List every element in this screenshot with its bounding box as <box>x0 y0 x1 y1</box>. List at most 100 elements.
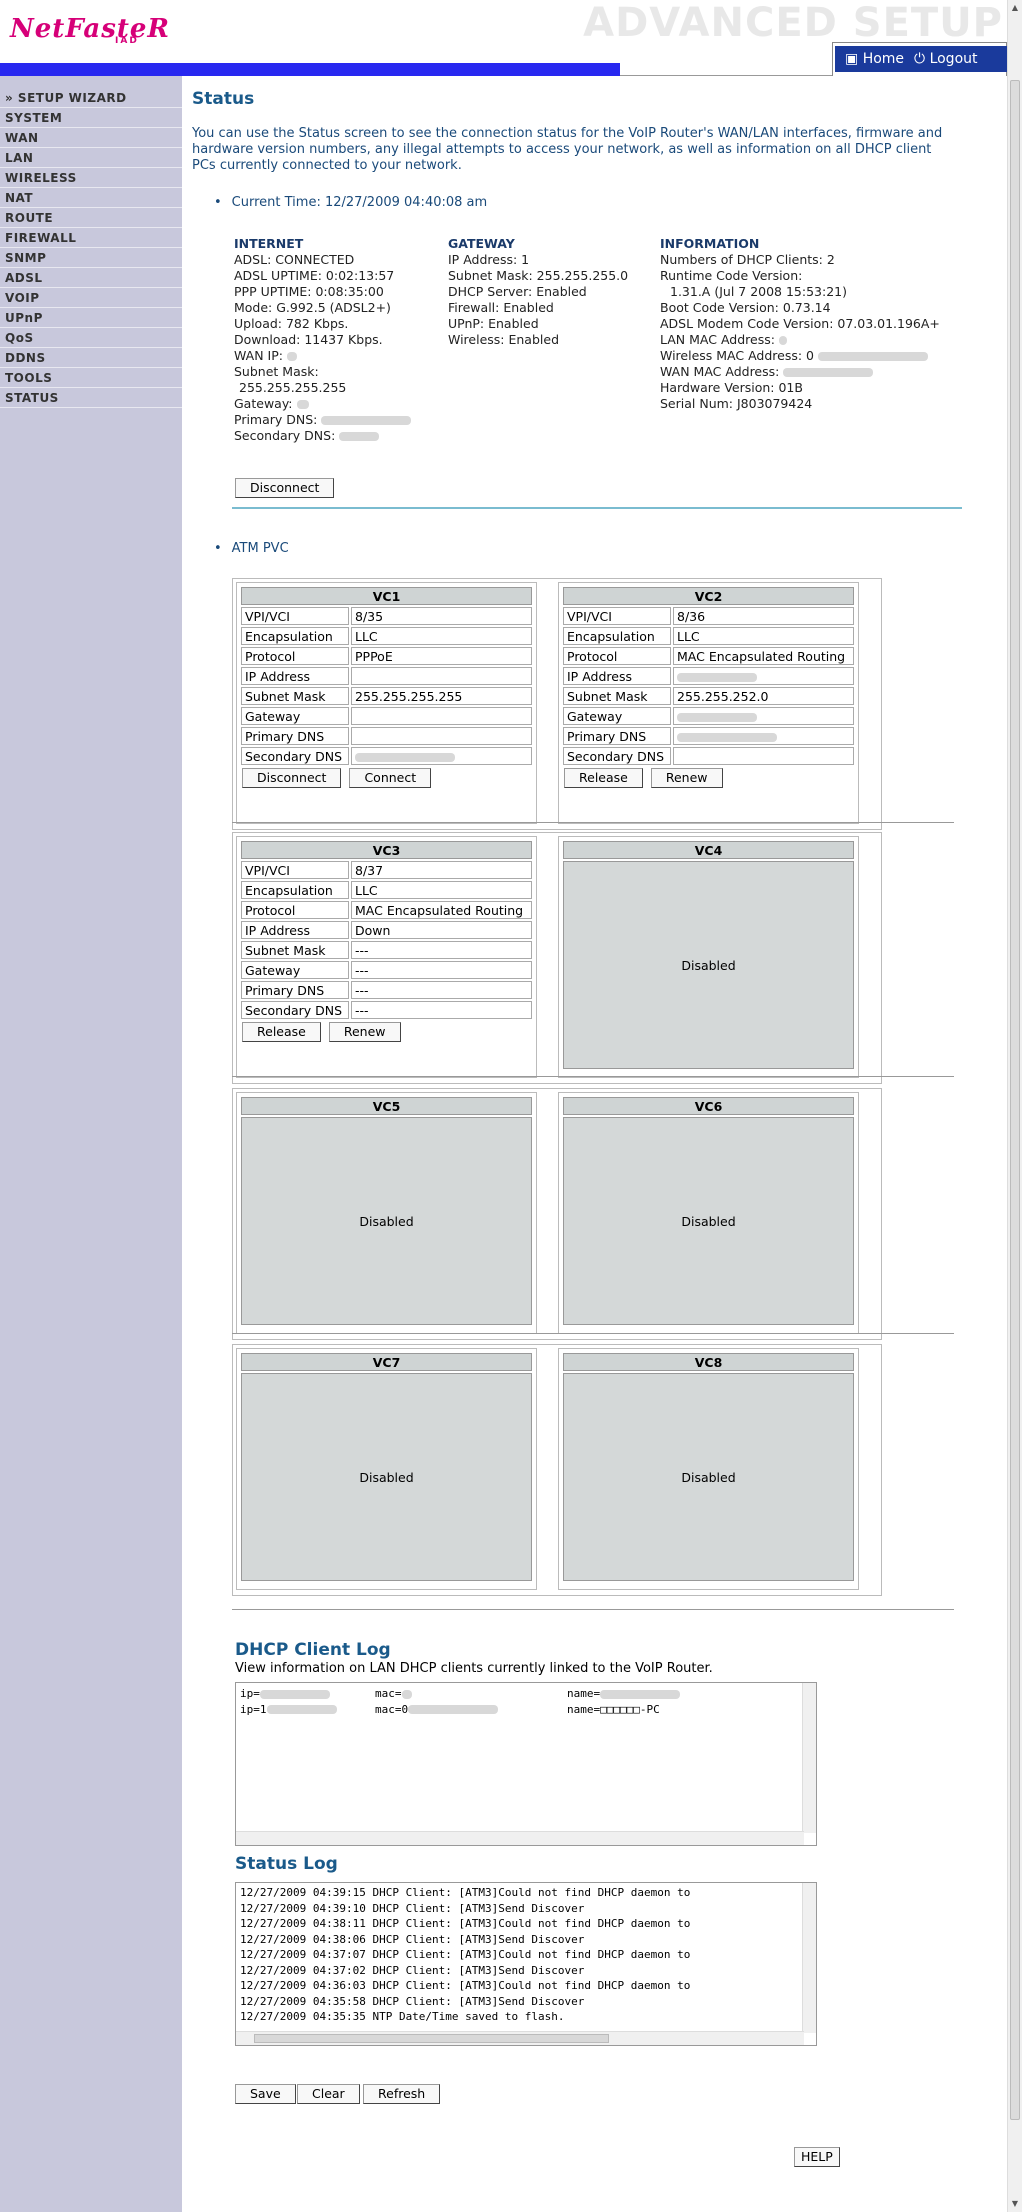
divider <box>232 507 962 509</box>
field-label: Protocol <box>241 901 349 919</box>
info-line: Runtime Code Version: <box>660 268 803 283</box>
internet-line: Download: 11437 Kbps. <box>234 332 383 347</box>
vc3-release-button[interactable]: Release <box>242 1022 321 1042</box>
gateway-line: Wireless: Enabled <box>448 332 559 347</box>
vc1-table: VC1 VPI/VCI 8/35 Encapsulation LLC Protoco… <box>239 585 534 767</box>
info-line: Wireless MAC Address: 0 <box>660 348 1000 364</box>
vc2-renew-button[interactable]: Renew <box>650 768 723 788</box>
redacted-value <box>783 368 874 377</box>
status-log-box[interactable]: 12/27/2009 04:39:15 DHCP Client: [ATM3]C… <box>235 1882 817 2046</box>
sidebar-item-lan[interactable]: LAN <box>0 148 182 168</box>
sidebar-item-nat[interactable]: NAT <box>0 188 182 208</box>
field-label: IP Address <box>241 667 349 685</box>
gateway-label: Gateway: <box>234 396 293 411</box>
vc1-title: VC1 <box>241 587 532 605</box>
scroll-down-icon[interactable]: ▼ <box>1008 2196 1022 2212</box>
vc6-panel: VC6 Disabled <box>558 1092 859 1334</box>
sidebar-item-adsl[interactable]: ADSL <box>0 268 182 288</box>
scroll-up-icon[interactable]: ▲ <box>1008 0 1022 16</box>
status-log-vscroll[interactable] <box>802 1883 816 2033</box>
top-nav: ▣ Home ⏻ Logout <box>835 46 1007 72</box>
internet-line: Upload: 782 Kbps. <box>234 316 349 331</box>
vc3-subnet: --- <box>351 941 532 959</box>
sidebar-item-wan[interactable]: WAN <box>0 128 182 148</box>
vc5-title: VC5 <box>241 1097 532 1115</box>
vc2-pdns <box>673 727 854 745</box>
home-link[interactable]: ▣ Home <box>845 51 904 67</box>
sidebar-item-upnp[interactable]: UPnP <box>0 308 182 328</box>
redacted-value <box>296 400 309 409</box>
sidebar-item-status[interactable]: STATUS <box>0 388 182 408</box>
vc1-panel: VC1 VPI/VCI 8/35 Encapsulation LLC Protoco… <box>236 582 537 824</box>
vc5-table: VC5 <box>239 1095 534 1117</box>
vc1-connect-button[interactable]: Connect <box>349 768 432 788</box>
wireless-mac-label: Wireless MAC Address: 0 <box>660 348 815 363</box>
info-line: ADSL Modem Code Version: 07.03.01.196A+ <box>660 316 940 331</box>
dhcp-log-box[interactable]: ip= mac= name= ip=1 mac=0 name=□□□□□□-PC <box>235 1682 817 1846</box>
info-line: LAN MAC Address: <box>660 332 1000 348</box>
status-log-line: 12/27/2009 04:37:02 DHCP Client: [ATM3]S… <box>240 1963 585 1977</box>
sidebar: » SETUP WIZARD SYSTEM WAN LAN WIRELESS N… <box>0 76 182 2212</box>
help-button[interactable]: HELP <box>794 2147 840 2167</box>
sidebar-item-voip[interactable]: VOIP <box>0 288 182 308</box>
vc3-vpi: 8/37 <box>351 861 532 879</box>
vc6-disabled: Disabled <box>563 1117 854 1325</box>
vc3-table: VC3 VPI/VCI 8/37 Encapsulation LLC Protoco… <box>239 839 534 1021</box>
sidebar-item-snmp[interactable]: SNMP <box>0 248 182 268</box>
vc7-disabled: Disabled <box>241 1373 532 1581</box>
home-label: Home <box>862 51 905 67</box>
internet-line: Secondary DNS: <box>234 428 444 444</box>
sidebar-item-system[interactable]: SYSTEM <box>0 108 182 128</box>
vc8-disabled: Disabled <box>563 1373 854 1581</box>
page-scrollbar-thumb[interactable] <box>1010 80 1020 2120</box>
status-log-hscroll[interactable] <box>236 2031 804 2045</box>
dhcp-mac-text: mac= <box>375 1687 402 1700</box>
redacted-value <box>321 416 412 425</box>
refresh-button[interactable]: Refresh <box>363 2084 441 2104</box>
clear-button[interactable]: Clear <box>297 2084 360 2104</box>
disconnect-button[interactable]: Disconnect <box>235 478 335 498</box>
status-log-title: Status Log <box>235 1854 338 1874</box>
vc2-release-button[interactable]: Release <box>564 768 643 788</box>
vc3-gateway: --- <box>351 961 532 979</box>
vc8-table: VC8 <box>561 1351 856 1373</box>
vc3-renew-button[interactable]: Renew <box>328 1022 401 1042</box>
sidebar-item-tools[interactable]: TOOLS <box>0 368 182 388</box>
save-button[interactable]: Save <box>235 2084 296 2104</box>
sidebar-item-ddns[interactable]: DDNS <box>0 348 182 368</box>
status-log-hscroll-thumb[interactable] <box>254 2034 609 2043</box>
dhcp-ip: ip= <box>240 1686 375 1702</box>
dhcp-log-vscroll[interactable] <box>802 1683 816 1833</box>
sidebar-item-setup-wizard[interactable]: » SETUP WIZARD <box>0 88 182 108</box>
field-label: Secondary DNS <box>241 1001 349 1019</box>
dhcp-log-hscroll[interactable] <box>236 1831 804 1845</box>
field-label: Encapsulation <box>241 881 349 899</box>
field-label: Encapsulation <box>241 627 349 645</box>
vc8-title: VC8 <box>563 1353 854 1371</box>
internet-column: INTERNET ADSL: CONNECTED ADSL UPTIME: 0:… <box>234 236 444 444</box>
sidebar-item-firewall[interactable]: FIREWALL <box>0 228 182 248</box>
internet-heading: INTERNET <box>234 236 304 251</box>
field-label: Encapsulation <box>563 627 671 645</box>
sidebar-item-wireless[interactable]: WIRELESS <box>0 168 182 188</box>
status-log-line: 12/27/2009 04:37:07 DHCP Client: [ATM3]C… <box>240 1948 691 1961</box>
information-heading: INFORMATION <box>660 236 760 251</box>
gateway-line: Firewall: Enabled <box>448 300 554 315</box>
page-scrollbar[interactable]: ▲ ▼ <box>1007 0 1022 2212</box>
sidebar-item-qos[interactable]: QoS <box>0 328 182 348</box>
vc2-sdns <box>673 747 854 765</box>
page-title: Status <box>192 89 255 109</box>
vc1-disconnect-button[interactable]: Disconnect <box>242 768 342 788</box>
vc2-gateway <box>673 707 854 725</box>
section-title: ADVANCED SETUP <box>583 0 1003 46</box>
vc3-ip: Down <box>351 921 532 939</box>
vc3-pdns: --- <box>351 981 532 999</box>
redacted-value <box>286 352 297 361</box>
logout-link[interactable]: ⏻ Logout <box>914 51 977 67</box>
dhcp-log-rows: ip= mac= name= ip=1 mac=0 name=□□□□□□-PC <box>236 1683 816 1717</box>
vc2-title: VC2 <box>563 587 854 605</box>
field-label: Primary DNS <box>241 727 349 745</box>
sidebar-item-route[interactable]: ROUTE <box>0 208 182 228</box>
vc2-panel: VC2 VPI/VCI 8/36 Encapsulation LLC Protoco… <box>558 582 859 824</box>
logout-icon: ⏻ <box>914 51 926 67</box>
